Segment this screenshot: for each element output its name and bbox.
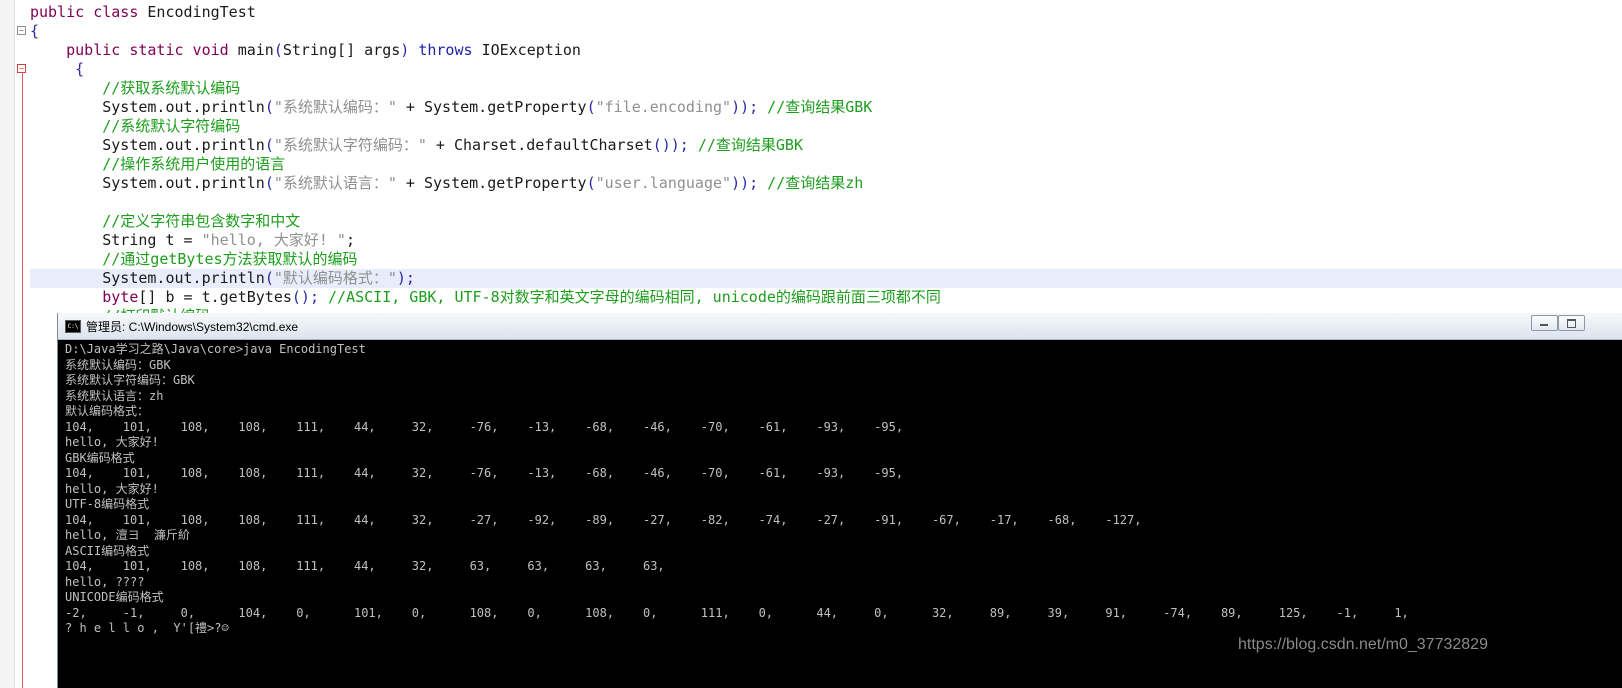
code-token: IOException: [481, 41, 581, 59]
code-line[interactable]: {: [30, 22, 1622, 41]
code-token: );: [396, 269, 415, 287]
code-line[interactable]: {: [30, 60, 1622, 79]
code-token: "系统默认编码：": [273, 98, 397, 116]
code-token: "file.encoding": [595, 98, 732, 116]
code-token: ): [400, 41, 410, 59]
console-line: D:\Java学习之路\Java\core>java EncodingTest: [65, 342, 366, 356]
code-token: byte: [30, 288, 139, 306]
minimize-button[interactable]: [1531, 315, 1558, 331]
console-line: hello, 大家好!: [65, 481, 159, 496]
code-token: throws: [409, 41, 482, 59]
code-token: "系统默认字符编码：": [273, 136, 427, 154]
code-token: ));: [731, 174, 759, 192]
code-line[interactable]: String t = "hello, 大家好! ";: [30, 231, 1622, 250]
console-line: hello, ????: [65, 574, 145, 589]
console-line: -2, -1, 0, 104, 0, 101, 0, 108, 0, 108, …: [65, 605, 1409, 620]
code-token: + System.getProperty: [396, 174, 587, 192]
console-line: ASCII编码格式: [65, 543, 150, 558]
code-line[interactable]: public class EncodingTest: [30, 3, 1622, 22]
console-line: ? h e l l o , Y'[禮>?☺: [65, 621, 229, 635]
code-token: System.out.println: [30, 98, 265, 116]
code-line[interactable]: //获取系统默认编码: [30, 79, 1622, 98]
code-token: //查询结果GBK: [688, 136, 803, 154]
code-token: (: [264, 269, 274, 287]
code-token: (: [264, 98, 274, 116]
code-token: //操作系统用户使用的语言: [30, 155, 286, 173]
code-token: System.out.println: [30, 136, 265, 154]
code-token: //系统默认字符编码: [30, 117, 241, 135]
code-token: System.out.println: [30, 269, 265, 287]
code-line[interactable]: //操作系统用户使用的语言: [30, 155, 1622, 174]
console-line: hello, 大家好!: [65, 435, 159, 449]
console-line: 系统默认编码：GBK: [65, 357, 171, 372]
console-line: hello, 澶ヨ 濂斤紒: [65, 528, 191, 542]
console-line: 104, 101, 108, 108, 111, 44, 32, -27, -9…: [65, 512, 1142, 527]
code-token: (: [264, 174, 274, 192]
console-output: D:\Java学习之路\Java\core>java EncodingTest 系…: [65, 342, 1620, 637]
code-token: ));: [731, 98, 759, 116]
code-token: "user.language": [595, 174, 732, 192]
code-token: String t =: [30, 231, 202, 249]
code-token: "系统默认语言：": [273, 174, 397, 192]
code-line[interactable]: //定义字符串包含数字和中文: [30, 212, 1622, 231]
code-line[interactable]: public static void main(String[] args) t…: [30, 41, 1622, 60]
code-area[interactable]: public class EncodingTest{ public static…: [30, 3, 1622, 326]
code-line[interactable]: System.out.println("默认编码格式：");: [30, 269, 1622, 288]
code-token: ();: [291, 288, 319, 306]
code-token: String[] args: [282, 41, 401, 59]
console-line: 默认编码格式：: [65, 404, 150, 418]
code-token: //查询结果GBK: [758, 98, 873, 116]
console-line: 系统默认字符编码：GBK: [65, 373, 195, 387]
console-line: UTF-8编码格式: [65, 497, 150, 511]
code-token: public static void: [30, 41, 238, 59]
code-token: {: [30, 60, 85, 78]
code-token: ());: [652, 136, 689, 154]
code-token: "hello, 大家好! ": [201, 231, 346, 249]
code-token: //获取系统默认编码: [30, 79, 241, 97]
code-token: ;: [345, 231, 355, 249]
editor-gutter: [0, 0, 15, 688]
change-marker-bar: [22, 72, 23, 688]
fold-collapse-icon[interactable]: −: [17, 26, 26, 35]
maximize-button[interactable]: [1558, 315, 1585, 331]
code-token: [] b = t.getBytes: [138, 288, 292, 306]
code-token: EncodingTest: [147, 3, 256, 21]
console-line: 系统默认语言：zh: [65, 388, 164, 403]
console-line: 104, 101, 108, 108, 111, 44, 32, 63, 63,…: [65, 559, 665, 573]
code-line[interactable]: [30, 193, 1622, 212]
code-token: (: [586, 98, 596, 116]
code-token: //查询结果zh: [758, 174, 864, 192]
cmd-window[interactable]: C:\ 管理员: C:\Windows\System32\cmd.exe D:\…: [57, 313, 1622, 688]
code-token: //定义字符串包含数字和中文: [30, 212, 301, 230]
console-line: 104, 101, 108, 108, 111, 44, 32, -76, -1…: [65, 419, 904, 434]
code-token: (: [586, 174, 596, 192]
code-token: + System.getProperty: [396, 98, 587, 116]
watermark: https://blog.csdn.net/m0_37732829: [1238, 636, 1488, 653]
code-token: System.out.println: [30, 174, 265, 192]
code-token: + Charset.defaultCharset: [426, 136, 653, 154]
code-token: public class: [30, 3, 148, 21]
code-line[interactable]: System.out.println("系统默认编码：" + System.ge…: [30, 98, 1622, 117]
code-token: (: [264, 136, 274, 154]
code-token: //通过getBytes方法获取默认的编码: [30, 250, 358, 268]
code-token: {: [30, 22, 40, 40]
code-line[interactable]: System.out.println("系统默认语言：" + System.ge…: [30, 174, 1622, 193]
code-token: //ASCII, GBK, UTF-8对数字和英文字母的编码相同, unicod…: [319, 288, 941, 306]
code-token: main: [237, 41, 274, 59]
code-token: (: [273, 41, 283, 59]
code-line[interactable]: //系统默认字符编码: [30, 117, 1622, 136]
code-line[interactable]: //通过getBytes方法获取默认的编码: [30, 250, 1622, 269]
code-line[interactable]: byte[] b = t.getBytes(); //ASCII, GBK, U…: [30, 288, 1622, 307]
cmd-window-title: 管理员: C:\Windows\System32\cmd.exe: [86, 320, 299, 334]
console-line: UNICODE编码格式: [65, 590, 164, 604]
code-token: "默认编码格式：": [273, 269, 397, 287]
code-line[interactable]: System.out.println("系统默认字符编码：" + Charset…: [30, 136, 1622, 155]
console-line: GBK编码格式: [65, 450, 135, 465]
console-line: 104, 101, 108, 108, 111, 44, 32, -76, -1…: [65, 466, 904, 480]
cmd-app-icon: C:\: [65, 320, 81, 333]
cmd-titlebar[interactable]: C:\ 管理员: C:\Windows\System32\cmd.exe: [58, 313, 1622, 340]
